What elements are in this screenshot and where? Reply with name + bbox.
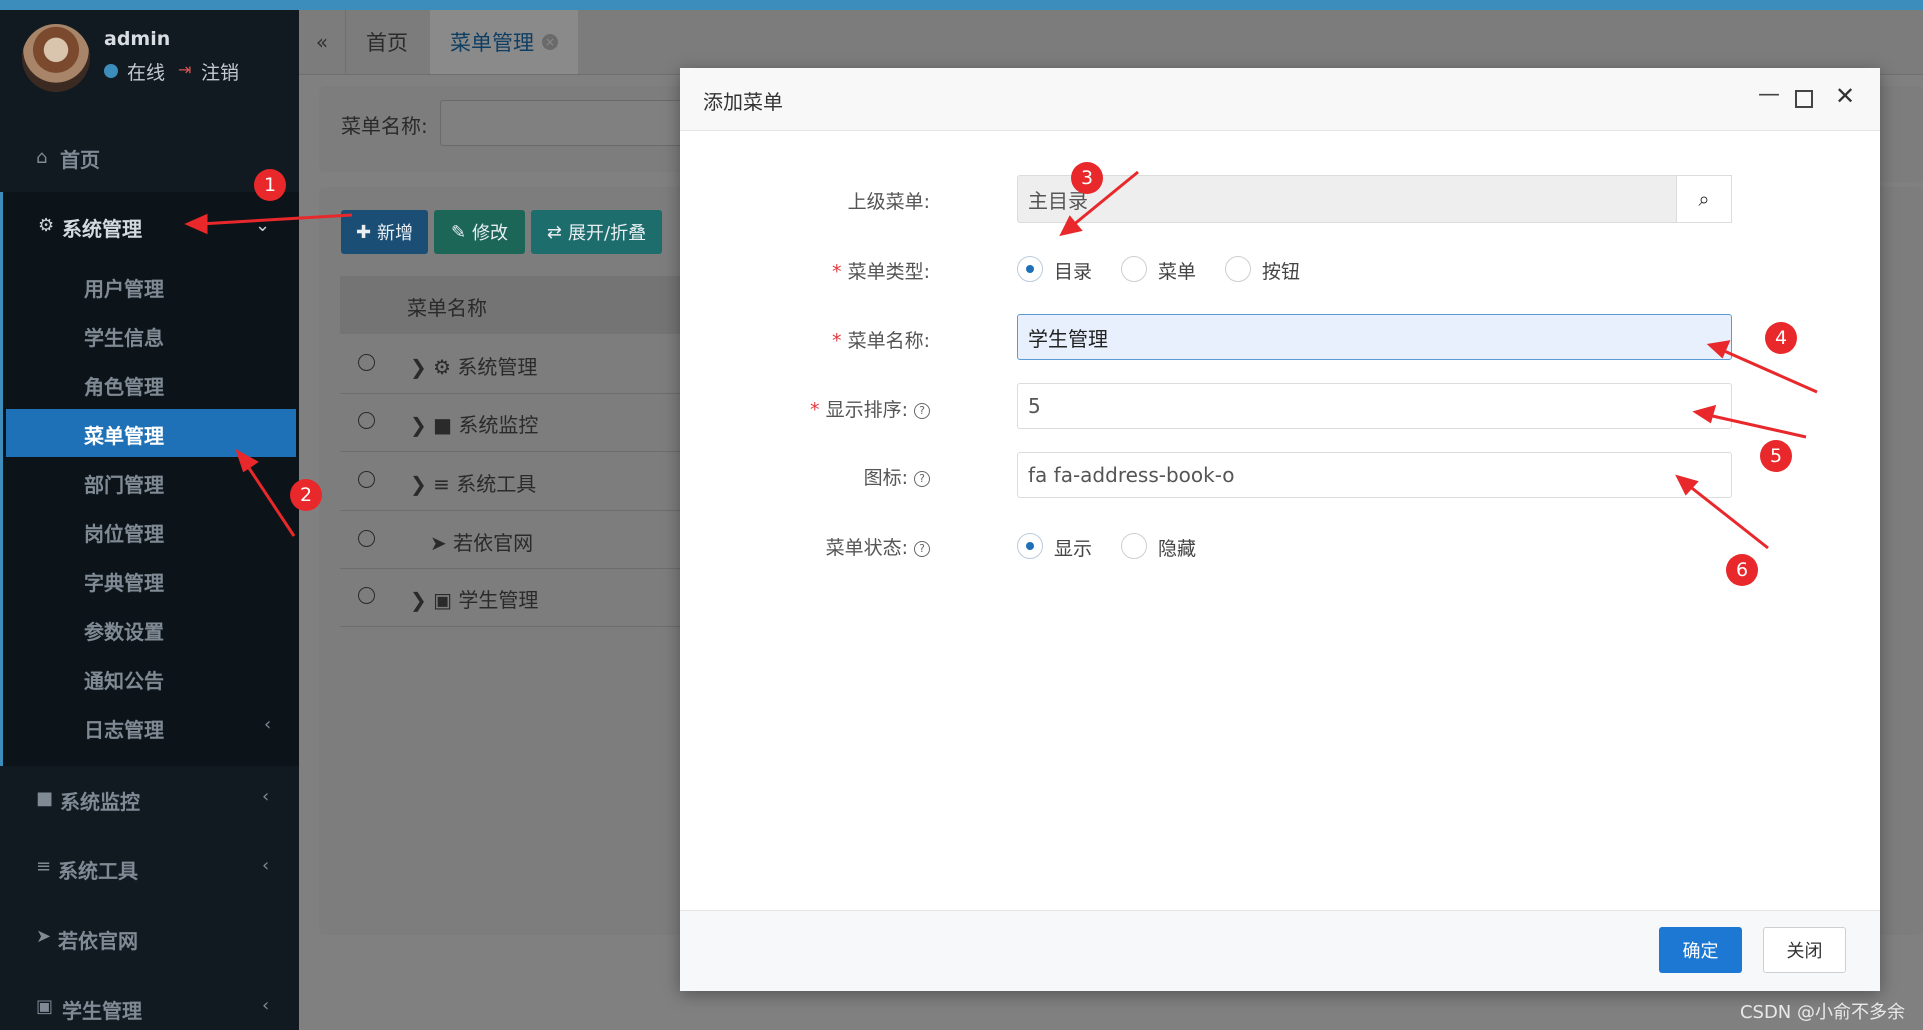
arrowhead-2 xyxy=(235,448,259,473)
annotation-badge-6: 6 xyxy=(1726,554,1758,586)
annotation-arrows xyxy=(184,170,1818,550)
arrow-5 xyxy=(1707,413,1807,439)
annotation-badge-5: 5 xyxy=(1760,440,1792,472)
annotation-badge-2: 2 xyxy=(290,479,322,511)
arrow-2 xyxy=(243,461,296,537)
arrowhead-5 xyxy=(1692,404,1717,424)
annotation-badge-1: 1 xyxy=(254,169,286,201)
watermark: CSDN @小俞不多余 xyxy=(1739,1002,1905,1023)
arrow-4 xyxy=(1721,348,1818,394)
arrowhead-1 xyxy=(184,213,208,235)
arrow-1 xyxy=(199,213,353,226)
annotation-badge-3: 3 xyxy=(1071,162,1103,194)
arrow-6 xyxy=(1687,483,1769,550)
annotation-badge-4: 4 xyxy=(1765,322,1797,354)
arrowhead-4 xyxy=(1706,340,1731,359)
